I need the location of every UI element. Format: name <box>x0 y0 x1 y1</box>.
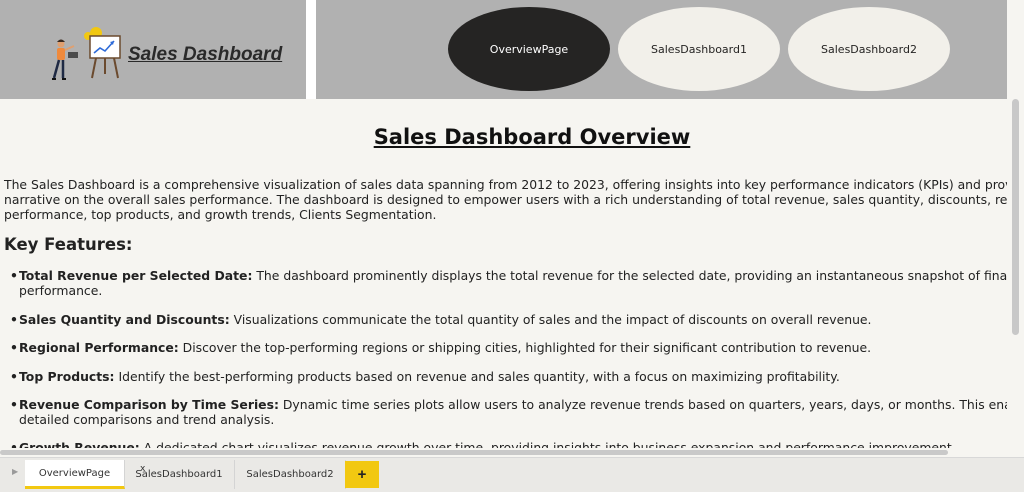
nav-panel: OverviewPage SalesDashboard1 SalesDashbo… <box>316 0 1007 99</box>
intro-line: The Sales Dashboard is a comprehensive v… <box>4 177 1007 192</box>
bullet-icon: • <box>10 397 18 412</box>
tab-label: OverviewPage <box>38 467 111 479</box>
header: Sales Dashboard OverviewPage SalesDashbo… <box>0 0 1024 99</box>
feature-text: Discover the top-performing regions or s… <box>178 340 872 355</box>
horizontal-scrollbar-thumb[interactable] <box>0 450 948 455</box>
vertical-scrollbar-thumb[interactable] <box>1012 99 1019 335</box>
intro-line: performance, top products, and growth tr… <box>4 207 437 222</box>
tab-label: SalesDashboard2 <box>246 469 334 480</box>
vertical-scrollbar[interactable] <box>1007 99 1024 456</box>
intro-line: narrative on the overall sales performan… <box>4 192 1007 207</box>
horizontal-scrollbar[interactable] <box>0 448 1007 457</box>
feature-continuation: detailed comparisons and trend analysis. <box>19 412 275 427</box>
page-title: Sales Dashboard Overview <box>373 125 691 149</box>
header-divider <box>306 0 316 99</box>
feature-text: Dynamic time series plots allow users to… <box>278 397 1007 412</box>
add-page-button[interactable]: + <box>345 461 379 488</box>
feature-label: Growth Revenue: <box>19 440 140 448</box>
feature-item: • Total Revenue per Selected Date: The d… <box>10 268 1007 298</box>
presentation-logo-icon <box>52 27 121 80</box>
bullet-icon: • <box>10 268 18 283</box>
brand-panel: Sales Dashboard <box>0 0 306 99</box>
report-canvas: Sales Dashboard Overview The Sales Dashb… <box>0 99 1007 448</box>
feature-continuation: performance. <box>19 283 103 298</box>
feature-item: • Growth Revenue: A dedicated chart visu… <box>10 440 1007 448</box>
bullet-icon: • <box>10 440 18 448</box>
tab-scroll-left-icon[interactable]: ▶ <box>12 467 18 476</box>
tab-overviewpage[interactable]: OverviewPage x <box>25 460 145 489</box>
tab-salesdashboard1[interactable]: SalesDashboard1 <box>124 460 235 489</box>
bullet-icon: • <box>10 340 18 355</box>
feature-label: Sales Quantity and Discounts: <box>19 312 230 327</box>
brand-title: Sales Dashboard <box>128 44 283 65</box>
feature-text: Identify the best-performing products ba… <box>114 369 840 384</box>
feature-text: The dashboard prominently displays the t… <box>252 268 1007 283</box>
bullet-icon: • <box>10 312 18 327</box>
feature-text: A dedicated chart visualizes revenue gro… <box>139 440 956 448</box>
tab-salesdashboard2[interactable]: SalesDashboard2 <box>235 460 346 489</box>
feature-label: Regional Performance: <box>19 340 179 355</box>
nav-button-salesdashboard1[interactable]: SalesDashboard1 <box>618 7 780 91</box>
bullet-icon: • <box>10 369 18 384</box>
nav-button-salesdashboard2[interactable]: SalesDashboard2 <box>788 7 950 91</box>
feature-item: • Regional Performance: Discover the top… <box>10 340 1007 355</box>
feature-item: • Sales Quantity and Discounts: Visualiz… <box>10 312 1007 327</box>
nav-button-overview[interactable]: OverviewPage <box>448 7 610 91</box>
feature-label: Total Revenue per Selected Date: <box>19 268 253 283</box>
feature-label: Top Products: <box>19 369 115 384</box>
feature-item: • Top Products: Identify the best-perfor… <box>10 369 1007 384</box>
page-tab-bar: ▶ OverviewPage x SalesDashboard1 SalesDa… <box>0 457 1024 492</box>
features-heading: Key Features: <box>4 235 133 254</box>
tab-label: SalesDashboard1 <box>135 469 223 480</box>
feature-item: • Revenue Comparison by Time Series: Dyn… <box>10 397 1007 427</box>
intro-paragraph: The Sales Dashboard is a comprehensive v… <box>4 177 1007 222</box>
header-right-gutter <box>1007 0 1024 99</box>
feature-text: Visualizations communicate the total qua… <box>229 312 872 327</box>
feature-label: Revenue Comparison by Time Series: <box>19 397 279 412</box>
